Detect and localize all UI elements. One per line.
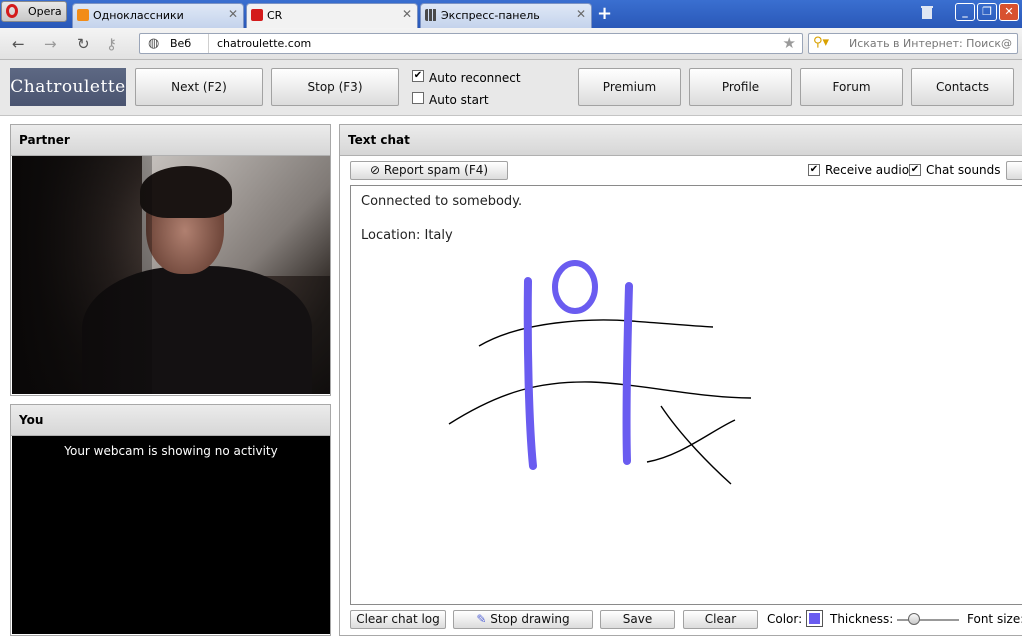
restore-window-icon[interactable]: ❐ — [977, 3, 997, 21]
tab-label: Экспресс-панель — [441, 9, 540, 22]
drawn-x-mark-stroke-2 — [646, 419, 736, 463]
you-panel-title: You — [11, 405, 330, 436]
thickness-slider-handle[interactable] — [907, 613, 920, 625]
cr-site-icon — [251, 9, 263, 21]
trash-icon[interactable] — [920, 4, 934, 20]
auto-reconnect-label: Auto reconnect — [429, 71, 521, 85]
drawn-horizontal-line-top — [478, 319, 714, 347]
own-webcam-view: Your webcam is showing no activity — [12, 436, 330, 634]
video-person-hair — [140, 166, 232, 218]
search-field[interactable]: ⚲▾ Искать в Интернет: Поиск@ — [808, 33, 1018, 54]
partner-panel: Partner — [10, 124, 331, 396]
drawn-horizontal-line-bottom — [448, 381, 752, 425]
odnoklassniki-icon — [77, 9, 89, 21]
font-size-label: Font size: — [967, 612, 1022, 626]
drawn-vertical-line-left — [523, 277, 537, 470]
save-button[interactable]: Save — [600, 610, 675, 629]
drawing-canvas[interactable] — [351, 186, 1022, 604]
clear-chat-log-button[interactable]: Clear chat log — [350, 610, 446, 629]
auto-start-checkbox[interactable] — [412, 92, 424, 104]
web-zone-label: Веб — [170, 37, 192, 50]
chat-sounds-checkbox[interactable]: ✔ — [909, 164, 921, 176]
drawn-vertical-line-right — [622, 282, 633, 465]
thickness-slider-track[interactable] — [897, 619, 959, 621]
key-icon[interactable]: ⚷ — [106, 35, 117, 53]
stop-drawing-label: Stop drawing — [490, 612, 570, 626]
tab-odnoklassniki[interactable]: Одноклассники ✕ — [72, 3, 244, 28]
browser-address-bar: ← → ↻ ⚷ ◍ Веб chatroulette.com ★ ⚲▾ Иска… — [0, 28, 1022, 60]
globe-icon: ◍ — [148, 36, 160, 51]
new-tab-icon[interactable]: + — [597, 3, 612, 24]
premium-button[interactable]: Premium — [578, 68, 681, 106]
site-header: Chatroulette Next (F2) Stop (F3) ✔ Auto … — [0, 60, 1022, 116]
auto-reconnect-checkbox[interactable]: ✔ — [412, 70, 424, 82]
receive-audio-label: Receive audio — [825, 163, 910, 177]
drawn-x-mark-stroke-1 — [660, 405, 732, 485]
next-button[interactable]: Next (F2) — [135, 68, 263, 106]
url-divider — [208, 34, 209, 53]
clear-button[interactable]: Clear — [683, 610, 758, 629]
opera-logo-icon — [6, 4, 18, 18]
tab-label: Одноклассники — [93, 9, 184, 22]
chatroulette-logo: Chatroulette — [10, 68, 126, 106]
video-shadow — [12, 156, 152, 394]
block-icon: ⊘ — [369, 163, 384, 177]
report-spam-label: Report spam (F4) — [383, 163, 489, 177]
reload-icon[interactable]: ↻ — [77, 35, 90, 53]
opera-menu-button[interactable]: Opera — [1, 1, 67, 22]
forward-icon[interactable]: → — [44, 35, 57, 53]
close-window-icon[interactable]: ✕ — [999, 3, 1019, 21]
pencil-icon: ✎ — [476, 612, 491, 626]
text-chat-title: Text chat — [340, 125, 1022, 156]
close-tab-icon[interactable]: ✕ — [402, 7, 412, 21]
profile-button[interactable]: Profile — [689, 68, 792, 106]
report-spam-button[interactable]: ⊘ Report spam (F4) — [350, 161, 508, 180]
opera-menu-label: Opera — [28, 5, 62, 18]
color-picker[interactable] — [806, 610, 823, 627]
color-swatch — [809, 613, 820, 624]
drawn-o-mark — [552, 260, 598, 314]
chat-sounds-label: Chat sounds — [926, 163, 1001, 177]
speed-dial-icon — [425, 9, 437, 21]
url-text[interactable]: chatroulette.com — [217, 37, 311, 50]
contacts-button[interactable]: Contacts — [911, 68, 1014, 106]
partner-video — [12, 156, 330, 394]
browser-tab-strip: Opera Одноклассники ✕ CR ✕ Экспресс-пане… — [0, 0, 1022, 28]
bookmark-star-icon[interactable]: ★ — [783, 34, 796, 52]
stop-button[interactable]: Stop (F3) — [271, 68, 399, 106]
tab-speed-dial[interactable]: Экспресс-панель ✕ — [420, 3, 592, 28]
partner-panel-title: Partner — [11, 125, 330, 156]
text-chat-panel: Text chat ⊘ Report spam (F4) ✔ Receive a… — [339, 124, 1022, 636]
minimize-window-icon[interactable]: _ — [955, 3, 975, 21]
chat-log-area[interactable]: Connected to somebody. Location: Italy — [350, 185, 1022, 605]
stop-drawing-button[interactable]: ✎ Stop drawing — [453, 610, 593, 629]
receive-audio-checkbox[interactable]: ✔ — [808, 164, 820, 176]
tab-cr[interactable]: CR ✕ — [246, 3, 418, 28]
search-icon[interactable]: ⚲▾ — [813, 35, 829, 50]
close-tab-icon[interactable]: ✕ — [228, 7, 238, 21]
url-field[interactable]: ◍ Веб chatroulette.com ★ — [139, 33, 803, 54]
auto-start-label: Auto start — [429, 93, 489, 107]
webcam-status-message: Your webcam is showing no activity — [64, 444, 278, 458]
thickness-label: Thickness: — [830, 612, 894, 626]
tab-label: CR — [267, 9, 283, 22]
chat-options-button[interactable] — [1006, 161, 1022, 180]
forum-button[interactable]: Forum — [800, 68, 903, 106]
you-panel: You Your webcam is showing no activity — [10, 404, 331, 636]
search-placeholder: Искать в Интернет: Поиск@ — [849, 37, 1013, 50]
close-tab-icon[interactable]: ✕ — [576, 7, 586, 21]
back-icon[interactable]: ← — [12, 35, 25, 53]
color-label: Color: — [767, 612, 803, 626]
